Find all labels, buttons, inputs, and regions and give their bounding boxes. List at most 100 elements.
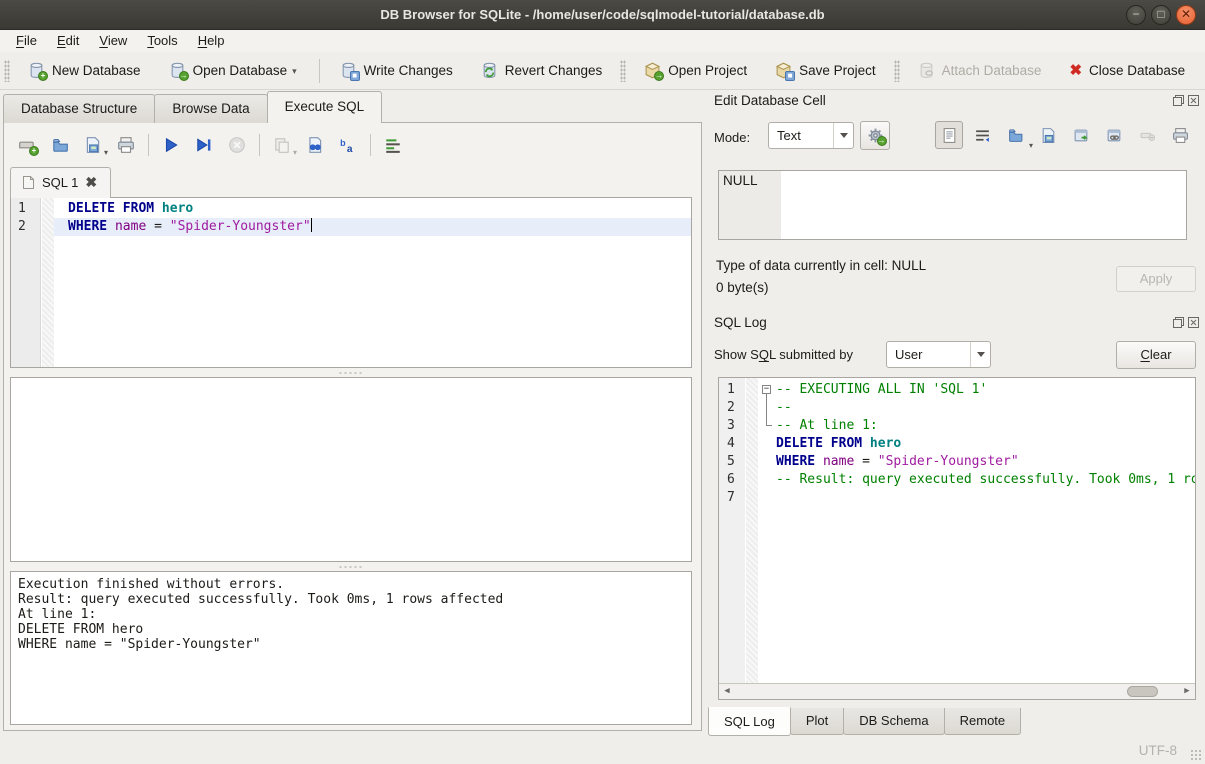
sql-1-tab[interactable]: SQL 1 ✖: [10, 167, 111, 198]
splitter-handle[interactable]: [10, 368, 692, 377]
tab-remote[interactable]: Remote: [944, 708, 1022, 735]
new-database-button[interactable]: + New Database: [19, 57, 150, 84]
sql-editor-toolbar: + ▾ ▾ ba: [16, 130, 404, 160]
tab-database-structure[interactable]: Database Structure: [3, 94, 155, 123]
close-icon[interactable]: ✕: [1176, 5, 1196, 25]
log-line: -- At line 1:: [760, 417, 1195, 435]
toolbar-grip[interactable]: [4, 60, 10, 82]
open-sql-file-icon[interactable]: [49, 134, 71, 156]
word-wrap-icon[interactable]: [968, 121, 996, 149]
tab-db-schema[interactable]: DB Schema: [843, 708, 944, 735]
code-line-current: WHERE name = "Spider-Youngster": [54, 218, 691, 236]
execute-sql-icon[interactable]: [160, 134, 182, 156]
close-database-button[interactable]: ✖ Close Database: [1060, 58, 1194, 83]
tab-browse-data[interactable]: Browse Data: [154, 94, 267, 123]
fold-guide-corner: [766, 425, 772, 426]
write-changes-button[interactable]: ■ Write Changes: [331, 57, 462, 84]
open-in-external-icon[interactable]: [1067, 121, 1095, 149]
sql-code-area[interactable]: DELETE FROM hero WHERE name = "Spider-Yo…: [54, 198, 691, 367]
toolbar-grip[interactable]: [894, 60, 900, 82]
database-open-icon: →: [169, 62, 186, 79]
close-sql-tab-icon[interactable]: ✖: [85, 174, 97, 191]
toggle-results-icon[interactable]: [382, 134, 404, 156]
open-as-link-icon[interactable]: [1100, 121, 1128, 149]
fold-collapse-icon[interactable]: −: [762, 385, 771, 394]
fold-guide-line: [766, 394, 767, 425]
import-cell-data-icon[interactable]: ▾: [1001, 121, 1029, 149]
log-line: [760, 489, 1195, 507]
copy-results-icon: ▾: [271, 134, 293, 156]
sql-log-filter-label: Show SQL submitted by: [714, 347, 853, 362]
log-line: -- Result: query executed successfully. …: [760, 471, 1195, 489]
open-database-button[interactable]: → Open Database ▾: [160, 57, 308, 84]
open-database-dropdown-icon[interactable]: ▾: [292, 66, 297, 77]
sql-document-icon: [22, 175, 35, 190]
log-line: DELETE FROM hero: [760, 435, 1195, 453]
print-icon[interactable]: [115, 134, 137, 156]
log-fold-margin: [746, 378, 758, 683]
tab-plot[interactable]: Plot: [790, 708, 844, 735]
horizontal-scrollbar[interactable]: ◀ ▶: [719, 683, 1195, 699]
menu-edit[interactable]: Edit: [47, 31, 89, 51]
float-dock-icon[interactable]: [1173, 95, 1184, 106]
scroll-left-icon[interactable]: ◀: [719, 684, 735, 699]
close-dock-icon[interactable]: [1188, 317, 1199, 328]
menu-file[interactable]: File: [6, 31, 47, 51]
line-number-gutter: 1 2: [11, 198, 41, 367]
splitter-handle[interactable]: [10, 562, 692, 571]
auto-apply-button[interactable]: →: [860, 121, 890, 150]
log-line: WHERE name = "Spider-Youngster": [760, 453, 1195, 471]
scrollbar-thumb[interactable]: [1127, 686, 1158, 697]
toolbar-separator: [259, 134, 260, 156]
menu-tools[interactable]: Tools: [137, 31, 187, 51]
open-project-button[interactable]: → Open Project: [635, 57, 756, 84]
toolbar-grip[interactable]: [620, 60, 626, 82]
tab-sql-log[interactable]: SQL Log: [708, 707, 791, 736]
results-table-pane[interactable]: [10, 377, 692, 562]
mode-label: Mode:: [714, 130, 750, 145]
resize-grip[interactable]: [1190, 749, 1202, 761]
print-cell-icon[interactable]: [1166, 121, 1194, 149]
text-mode-icon[interactable]: [935, 121, 963, 149]
save-sql-file-icon[interactable]: ▾: [82, 134, 104, 156]
app-window: DB Browser for SQLite - /home/user/code/…: [0, 0, 1205, 764]
main-toolbar: + New Database → Open Database ▾ ■ Write…: [0, 52, 1205, 90]
tab-execute-sql[interactable]: Execute SQL: [267, 91, 383, 123]
revert-changes-icon: [481, 62, 498, 79]
attach-database-button: Attach Database: [909, 57, 1051, 84]
menu-bar: File Edit View Tools Help: [0, 30, 1205, 52]
scrollbar-track[interactable]: [735, 684, 1179, 699]
cell-size-info: 0 byte(s): [716, 280, 769, 295]
sql-log-dock-buttons: [1173, 317, 1199, 328]
log-line-numbers: 1 2 3 4 5 6 7: [719, 378, 745, 683]
sql-tab-bar: SQL 1 ✖: [10, 166, 111, 198]
execute-current-line-icon[interactable]: [193, 134, 215, 156]
export-cell-data-icon[interactable]: [1034, 121, 1062, 149]
svg-text:a: a: [347, 144, 353, 154]
minimize-icon[interactable]: −: [1126, 5, 1146, 25]
code-line: DELETE FROM hero: [54, 200, 691, 218]
close-dock-icon[interactable]: [1188, 95, 1199, 106]
sql-editor[interactable]: 1 2 DELETE FROM hero WHERE name = "Spide…: [10, 197, 692, 368]
main-area: Database Structure Browse Data Execute S…: [0, 90, 705, 735]
text-cursor: [311, 218, 313, 232]
sql-log-view[interactable]: 1 2 3 4 5 6 7 − -- EXECUTING ALL IN 'SQL…: [718, 377, 1196, 700]
scroll-right-icon[interactable]: ▶: [1179, 684, 1195, 699]
menu-view[interactable]: View: [89, 31, 137, 51]
float-dock-icon[interactable]: [1173, 317, 1184, 328]
cell-value-editor[interactable]: NULL: [718, 170, 1187, 240]
revert-changes-button[interactable]: Revert Changes: [472, 57, 612, 84]
menu-help[interactable]: Help: [188, 31, 235, 51]
clear-log-button[interactable]: Clear: [1116, 341, 1196, 369]
mode-select[interactable]: Text: [768, 122, 854, 149]
save-project-button[interactable]: ■ Save Project: [766, 57, 885, 84]
format-sql-icon[interactable]: ba: [337, 134, 359, 156]
toolbar-separator: [370, 134, 371, 156]
edit-cell-dock-buttons: [1173, 95, 1199, 106]
maximize-icon[interactable]: □: [1151, 5, 1171, 25]
fold-margin: [42, 198, 54, 367]
find-icon[interactable]: [304, 134, 326, 156]
sql-log-filter-select[interactable]: User: [886, 341, 991, 368]
execution-status-pane[interactable]: Execution finished without errors. Resul…: [10, 571, 692, 725]
new-sql-tab-icon[interactable]: +: [16, 134, 38, 156]
